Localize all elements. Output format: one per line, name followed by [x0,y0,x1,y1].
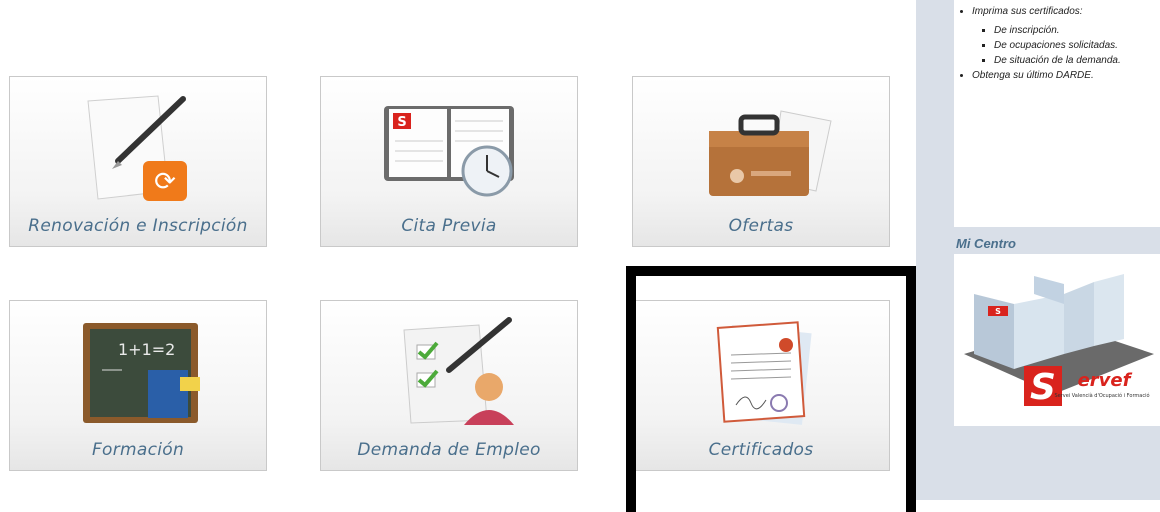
chalkboard-icon: 1+1=2 [83,323,200,423]
info-subitem: De situación de la demanda. [994,53,1160,68]
info-subitem: De inscripción. [994,23,1160,38]
svg-text:ervef: ervef [1078,370,1133,391]
certificates-info-box: Imprima sus certificados: De inscripción… [954,0,1160,227]
briefcase-icon [709,110,832,196]
mi-centro-title: Mi Centro [956,236,1016,251]
servef-building-icon: S S ervef Servei Valencià d'Ocupació i F… [964,274,1154,408]
servef-subtext: Servei Valencià d'Ocupació i Formació [1054,392,1149,399]
checklist-person-icon [403,317,514,425]
tile-renovacion[interactable]: ⟳ Renovación e Inscripción [9,76,267,247]
pen-renew-icon: ⟳ [87,95,187,201]
badge-letter: S [397,115,406,130]
tile-formacion[interactable]: 1+1=2 Formación [9,300,267,471]
svg-text:⟳: ⟳ [154,167,176,197]
info-subitem: De ocupaciones solicitadas. [994,38,1160,53]
selection-highlight [626,266,916,512]
tile-label: Ofertas [728,216,794,236]
tile-demanda-empleo[interactable]: Demanda de Empleo [320,300,578,471]
mi-centro-panel[interactable]: S S ervef Servei Valencià d'Ocupació i F… [954,254,1160,426]
svg-text:1+1=2: 1+1=2 [118,340,175,359]
tile-label: Renovación e Inscripción [28,216,248,236]
tile-cita-previa[interactable]: S Cita Previa [320,76,578,247]
info-list: Imprima sus certificados: De inscripción… [954,4,1160,83]
badge-letter: S [1030,367,1056,408]
tile-label: Cita Previa [401,216,497,236]
tile-label: Formación [91,440,185,460]
tile-label: Demanda de Empleo [357,440,541,460]
info-item: Obtenga su último DARDE. [972,68,1160,83]
info-item: Imprima sus certificados: [972,4,1160,19]
badge-letter: S [995,307,1001,316]
agenda-clock-icon: S [384,106,514,197]
tile-ofertas[interactable]: Ofertas [632,76,890,247]
